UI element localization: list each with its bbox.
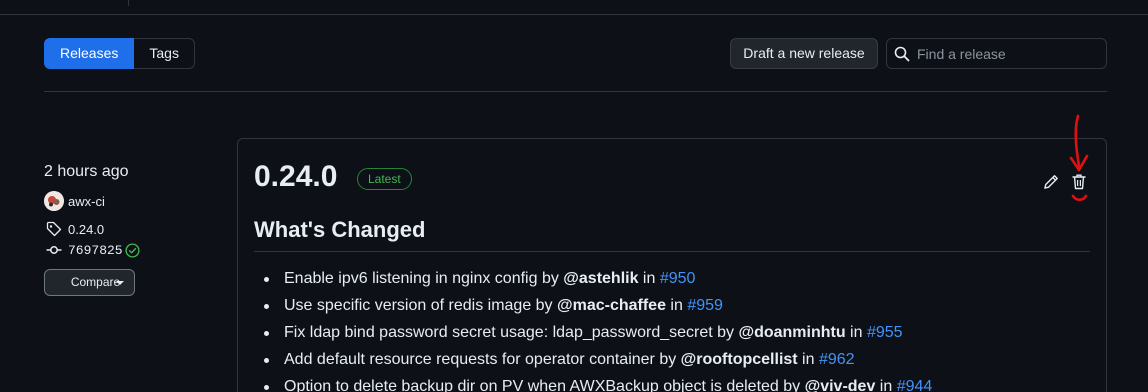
list-item: Add default resource requests for operat… xyxy=(264,346,1084,373)
commit-sha[interactable]: 7697825 xyxy=(68,243,123,258)
author-name[interactable]: awx-ci xyxy=(68,194,105,209)
compare-button[interactable]: Compare xyxy=(44,269,135,296)
header-border-stub xyxy=(128,0,129,6)
section-divider xyxy=(44,91,1107,92)
release-title[interactable]: 0.24.0 xyxy=(254,159,337,195)
release-commit[interactable]: 7697825 xyxy=(44,240,224,260)
tab-tags[interactable]: Tags xyxy=(134,38,195,69)
search-input[interactable] xyxy=(917,39,1103,68)
pr-link[interactable]: #955 xyxy=(867,324,903,341)
list-item: Option to delete backup dir on PV when A… xyxy=(264,373,1084,392)
commit-icon xyxy=(46,246,62,254)
author-link[interactable]: @astehlik xyxy=(563,270,638,287)
releases-subnav: Releases Tags xyxy=(44,38,195,69)
list-item: Use specific version of redis image by @… xyxy=(264,292,1084,319)
tag-name[interactable]: 0.24.0 xyxy=(68,222,104,237)
release-time: 2 hours ago xyxy=(44,163,129,180)
annotation-arrow-icon xyxy=(1069,114,1089,202)
avatar[interactable] xyxy=(44,191,64,211)
header-border xyxy=(0,14,1148,15)
release-search xyxy=(886,38,1107,69)
pencil-icon[interactable] xyxy=(1043,174,1059,190)
verified-check-icon[interactable] xyxy=(125,242,140,258)
pr-link[interactable]: #944 xyxy=(897,378,933,392)
whats-changed-heading: What's Changed xyxy=(254,215,1090,252)
chevron-down-icon xyxy=(116,281,124,285)
compare-label: Compare xyxy=(70,275,121,289)
release-author[interactable]: awx-ci xyxy=(44,191,224,211)
changes-list: Enable ipv6 listening in nginx config by… xyxy=(264,265,1084,392)
release-meta: 2 hours ago awx-ci 0.24.0 7697825 Compar… xyxy=(44,160,224,296)
list-item: Fix ldap bind password secret usage: lda… xyxy=(264,319,1084,346)
tab-releases[interactable]: Releases xyxy=(44,38,135,69)
list-item: Enable ipv6 listening in nginx config by… xyxy=(264,265,1084,292)
author-link[interactable]: @rooftopcellist xyxy=(681,351,798,368)
pr-link[interactable]: #962 xyxy=(819,351,855,368)
author-link[interactable]: @viv-dev xyxy=(805,378,876,392)
release-tag[interactable]: 0.24.0 xyxy=(44,219,224,239)
author-link[interactable]: @doanminhtu xyxy=(738,324,845,341)
author-link[interactable]: @mac-chaffee xyxy=(557,297,666,314)
draft-release-button[interactable]: Draft a new release xyxy=(730,38,878,69)
tag-icon xyxy=(46,221,62,237)
latest-badge: Latest xyxy=(357,168,412,190)
pr-link[interactable]: #950 xyxy=(660,270,696,287)
release-card: 0.24.0 Latest What's Changed Enable ipv6… xyxy=(237,138,1107,392)
search-icon xyxy=(894,46,910,62)
pr-link[interactable]: #959 xyxy=(687,297,723,314)
